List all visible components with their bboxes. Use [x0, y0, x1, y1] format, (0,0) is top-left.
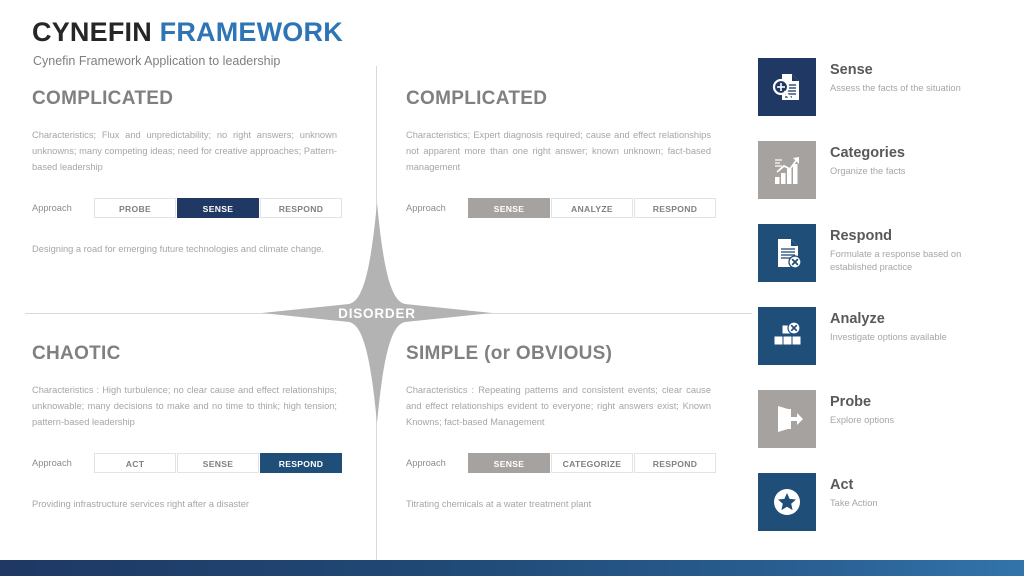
- approach-row: Approach ACT SENSE RESPOND: [32, 452, 362, 473]
- page-title-part2: FRAMEWORK: [159, 17, 343, 47]
- list-item-title: Categories: [830, 145, 905, 161]
- list-item-sense[interactable]: Sense Assess the facts of the situation: [758, 58, 1008, 116]
- list-item-desc: Organize the facts: [830, 165, 906, 176]
- list-item-act[interactable]: Act Take Action: [758, 473, 1008, 531]
- concept-list: Sense Assess the facts of the situation: [758, 58, 1008, 556]
- document-x-icon: [758, 224, 816, 282]
- approach-button-categorize[interactable]: CATEGORIZE: [551, 452, 633, 473]
- page-subtitle: Cynefin Framework Application to leaders…: [33, 54, 281, 68]
- approach-button-sense[interactable]: SENSE: [468, 452, 550, 473]
- document-search-icon: [758, 58, 816, 116]
- four-point-star-icon: [262, 203, 492, 423]
- approach-button-group: ACT SENSE RESPOND: [94, 452, 343, 473]
- blocks-x-icon: [758, 307, 816, 365]
- list-item-title: Analyze: [830, 311, 885, 327]
- approach-button-respond[interactable]: RESPOND: [634, 452, 716, 473]
- list-item-desc: Investigate options available: [830, 331, 947, 342]
- list-item-title: Sense: [830, 62, 873, 78]
- approach-label: Approach: [32, 457, 72, 468]
- quadrant-example: Titrating chemicals at a water treatment…: [406, 498, 592, 509]
- list-item-title: Respond: [830, 228, 893, 244]
- list-item-respond[interactable]: Respond Formulate a response based on es…: [758, 224, 1008, 282]
- list-item-desc: Take Action: [830, 497, 878, 508]
- star-circle-icon: [758, 473, 816, 531]
- page-title-part1: CYNEFIN: [32, 17, 152, 47]
- disorder-star: DISORDER: [262, 203, 492, 423]
- approach-button-sense[interactable]: SENSE: [177, 197, 259, 218]
- approach-button-group: SENSE CATEGORIZE RESPOND: [468, 452, 717, 473]
- list-item-text: Probe Explore options: [830, 390, 965, 427]
- list-item-categories[interactable]: Categories Organize the facts: [758, 141, 1008, 199]
- list-item-text: Act Take Action: [830, 473, 965, 510]
- exit-arrow-icon: [758, 390, 816, 448]
- approach-button-analyze[interactable]: ANALYZE: [551, 197, 633, 218]
- cynefin-framework-slide: CYNEFIN FRAMEWORK Cynefin Framework Appl…: [0, 0, 1024, 576]
- page-title: CYNEFIN FRAMEWORK: [32, 17, 343, 48]
- list-item-desc: Assess the facts of the situation: [830, 82, 961, 93]
- quadrant-characteristics: Characteristics; Expert diagnosis requir…: [406, 130, 711, 172]
- list-item-text: Respond Formulate a response based on es…: [830, 224, 965, 275]
- list-item-analyze[interactable]: Analyze Investigate options available: [758, 307, 1008, 365]
- quadrant-characteristics: Characteristics; Flux and unpredictabili…: [32, 130, 337, 172]
- approach-button-group: SENSE ANALYZE RESPOND: [468, 197, 717, 218]
- list-item-probe[interactable]: Probe Explore options: [758, 390, 1008, 448]
- quadrant-example: Providing infrastructure services right …: [32, 498, 250, 509]
- approach-button-respond[interactable]: RESPOND: [260, 452, 342, 473]
- approach-button-sense[interactable]: SENSE: [177, 452, 259, 473]
- approach-button-act[interactable]: ACT: [94, 452, 176, 473]
- quadrant-title: COMPLICATED: [406, 88, 548, 109]
- approach-button-probe[interactable]: PROBE: [94, 197, 176, 218]
- footer-bar: [0, 560, 1024, 576]
- approach-label: Approach: [406, 457, 446, 468]
- quadrant-title: COMPLICATED: [32, 88, 174, 109]
- approach-button-respond[interactable]: RESPOND: [634, 197, 716, 218]
- list-item-title: Probe: [830, 394, 872, 410]
- list-item-title: Act: [830, 477, 854, 493]
- list-item-desc: Formulate a response based on establishe…: [830, 248, 962, 273]
- list-item-text: Analyze Investigate options available: [830, 307, 965, 344]
- list-item-text: Sense Assess the facts of the situation: [830, 58, 965, 95]
- bar-chart-growth-icon: [758, 141, 816, 199]
- list-item-desc: Explore options: [830, 414, 895, 425]
- approach-row: Approach SENSE CATEGORIZE RESPOND: [406, 452, 736, 473]
- list-item-text: Categories Organize the facts: [830, 141, 965, 178]
- approach-label: Approach: [32, 202, 72, 213]
